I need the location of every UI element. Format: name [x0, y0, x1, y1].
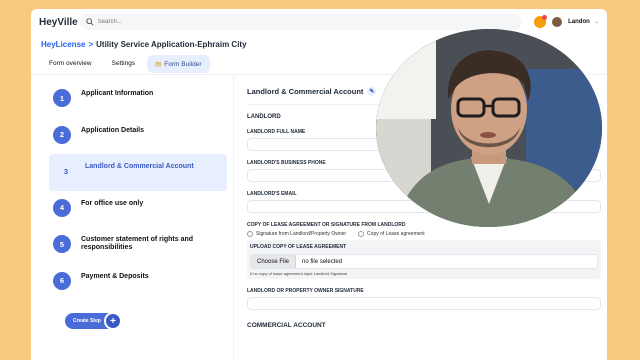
breadcrumb-link[interactable]: HeyLicense	[41, 40, 85, 49]
upload-hint: If no copy of lease agreement input Land…	[250, 271, 348, 276]
create-step-label: Create Step	[73, 318, 101, 324]
step-item[interactable]: 6 Payment & Deposits	[45, 264, 227, 301]
field-label: COPY OF LEASE AGREEMENT OR SIGNATURE FRO…	[247, 222, 406, 228]
step-label: Landlord & Commercial Account	[85, 163, 194, 170]
step-label: Payment & Deposits	[81, 272, 149, 280]
divider	[233, 75, 234, 360]
step-label: Applicant Information	[81, 90, 154, 97]
radio-option[interactable]: Signature from Landlord/Property Owner	[247, 231, 346, 237]
field-label: UPLOAD COPY OF LEASE AGREEMENT	[250, 244, 347, 250]
step-number: 2	[53, 125, 71, 144]
choose-file-button[interactable]: Choose File	[251, 255, 297, 268]
step-item-active[interactable]: 3 Landlord & Commercial Account	[49, 154, 227, 191]
step-number: 4	[53, 198, 71, 217]
app-logo[interactable]: HeyVille	[39, 17, 80, 28]
search-bar[interactable]	[79, 14, 523, 30]
plus-icon: +	[104, 312, 122, 330]
steps-sidebar: 1 Applicant Information 2 Application De…	[45, 81, 227, 330]
section-heading: COMMERCIAL ACCOUNT	[247, 322, 326, 329]
file-status: no file selected	[302, 258, 343, 265]
step-item[interactable]: 2 Application Details	[45, 118, 227, 155]
step-item[interactable]: 1 Applicant Information	[45, 81, 227, 118]
signature-field[interactable]	[247, 297, 601, 310]
search-icon	[86, 18, 94, 26]
upload-section: UPLOAD COPY OF LEASE AGREEMENT Choose Fi…	[247, 240, 601, 279]
step-label: Customer statement of rights and respons…	[81, 236, 194, 251]
step-item[interactable]: 4 For office use only	[45, 191, 227, 228]
user-name[interactable]: Landon	[568, 19, 590, 25]
notification-icon[interactable]	[534, 15, 548, 28]
step-number: 3	[63, 166, 69, 176]
tab-form-builder[interactable]: ▤ Form Builder	[147, 54, 210, 73]
search-input[interactable]	[97, 19, 498, 25]
top-bar: HeyVille Landon ⌄	[31, 9, 607, 35]
avatar[interactable]	[551, 16, 564, 28]
file-input[interactable]: Choose File no file selected	[250, 254, 598, 269]
page-title: Utility Service Application-Ephraim City	[96, 39, 247, 49]
step-number: 1	[53, 89, 71, 107]
pencil-icon[interactable]: ✎	[367, 87, 377, 96]
radio-option[interactable]: Copy of Lease agreement	[358, 231, 425, 237]
radio-icon[interactable]	[358, 231, 365, 237]
step-label: For office use only	[81, 199, 144, 207]
tab-settings[interactable]: Settings	[104, 55, 144, 72]
lease-radio-group: Signature from Landlord/Property Owner C…	[247, 231, 601, 237]
builder-icon: ▤	[155, 60, 162, 68]
radio-label: Signature from Landlord/Property Owner	[256, 231, 347, 237]
step-number: 6	[53, 271, 71, 290]
chevron-down-icon[interactable]: ⌄	[595, 19, 599, 25]
tab-label: Form Builder	[164, 60, 202, 68]
step-item[interactable]: 5 Customer statement of rights and respo…	[45, 227, 227, 264]
form-title-text: Landlord & Commercial Account	[247, 87, 364, 96]
webcam-person-image	[376, 29, 602, 227]
tab-form-overview[interactable]: Form overview	[41, 55, 100, 72]
radio-icon[interactable]	[247, 231, 253, 237]
step-number: 5	[53, 235, 71, 253]
radio-label: Copy of Lease agreement	[367, 231, 425, 237]
field-label: LANDLORD OR PROPERTY OWNER SIGNATURE	[247, 288, 364, 294]
step-label: Application Details	[81, 126, 145, 134]
webcam-overlay	[376, 29, 602, 227]
breadcrumb-separator: >	[88, 39, 94, 49]
create-step-button[interactable]: Create Step +	[65, 312, 122, 330]
